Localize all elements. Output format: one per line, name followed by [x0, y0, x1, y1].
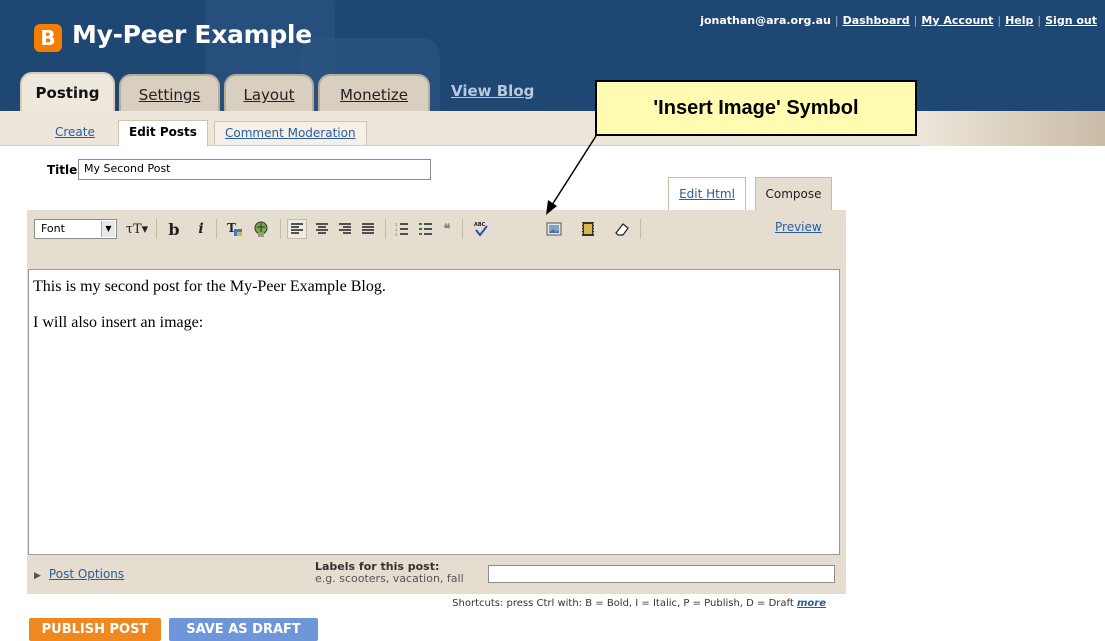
post-options-toggle[interactable]: ▶ Post Options: [34, 567, 124, 581]
insert-image-icon[interactable]: [544, 219, 564, 239]
chevron-down-icon: ▼: [101, 221, 115, 237]
save-as-draft-button[interactable]: SAVE AS DRAFT: [169, 618, 318, 641]
sign-out-link[interactable]: Sign out: [1045, 14, 1097, 27]
font-size-icon[interactable]: τT▾: [123, 219, 151, 239]
tab-label: Settings: [138, 86, 201, 104]
align-right-icon[interactable]: [335, 219, 355, 239]
post-body-line: I will also insert an image:: [33, 314, 204, 331]
toolbar-divider: [216, 219, 217, 239]
align-center-icon[interactable]: [312, 219, 332, 239]
toolbar-divider: [462, 219, 463, 239]
tab-posting[interactable]: Posting: [20, 72, 115, 114]
subtab-comment-moderation[interactable]: Comment Moderation: [214, 121, 367, 145]
align-left-icon[interactable]: [287, 219, 307, 239]
tab-layout[interactable]: Layout: [224, 74, 314, 112]
font-select-value: Font: [41, 222, 65, 235]
help-link[interactable]: Help: [1005, 14, 1033, 27]
font-select[interactable]: Font ▼: [34, 219, 117, 239]
post-title-input[interactable]: My Second Post: [78, 159, 431, 180]
preview-link[interactable]: Preview: [775, 220, 822, 234]
text-color-icon[interactable]: T: [224, 219, 246, 239]
title-label: Title:: [47, 163, 83, 177]
toolbar-divider: [640, 219, 641, 239]
labels-hint: Labels for this post: e.g. scooters, vac…: [315, 561, 464, 585]
toolbar-divider: [385, 219, 386, 239]
triangle-right-icon: ▶: [34, 571, 41, 581]
numbered-list-icon[interactable]: 123: [392, 219, 412, 239]
dashboard-link[interactable]: Dashboard: [843, 14, 910, 27]
subtab-edit-posts[interactable]: Edit Posts: [118, 120, 208, 146]
toolbar-divider: [156, 219, 157, 239]
align-justify-icon[interactable]: [358, 219, 378, 239]
subtab-label: Create: [55, 125, 95, 139]
edit-html-label: Edit Html: [679, 187, 735, 201]
insert-image-callout: 'Insert Image' Symbol: [595, 80, 917, 136]
tab-label: Layout: [243, 86, 295, 104]
shortcuts-text: Shortcuts: press Ctrl with: B = Bold, I …: [452, 598, 794, 609]
subtab-label: Edit Posts: [129, 125, 197, 139]
post-options-label: Post Options: [48, 567, 125, 581]
blockquote-icon[interactable]: ❝: [438, 219, 456, 239]
italic-icon[interactable]: i: [194, 219, 208, 239]
tab-edit-html[interactable]: Edit Html: [668, 177, 746, 211]
publish-post-button[interactable]: PUBLISH POST: [29, 618, 161, 641]
tab-label: Monetize: [339, 86, 408, 104]
logo-letter: B: [40, 26, 56, 50]
tab-settings[interactable]: Settings: [119, 74, 220, 112]
post-body-editor[interactable]: This is my second post for the My-Peer E…: [28, 269, 840, 555]
link-icon[interactable]: [250, 219, 272, 239]
blogger-logo-icon[interactable]: B: [34, 24, 62, 52]
svg-text:3: 3: [395, 232, 398, 236]
subtab-label: Comment Moderation: [225, 126, 356, 140]
bullet-list-icon[interactable]: [416, 219, 436, 239]
toolbar-divider: [280, 219, 281, 239]
shortcuts-more-link[interactable]: more: [797, 598, 826, 609]
insert-video-icon[interactable]: [578, 219, 598, 239]
view-blog-link[interactable]: View Blog: [451, 82, 534, 100]
subnav-gradient: [920, 111, 1105, 146]
my-account-link[interactable]: My Account: [921, 14, 993, 27]
labels-example: e.g. scooters, vacation, fall: [315, 572, 464, 585]
labels-input[interactable]: [488, 565, 835, 583]
tab-monetize[interactable]: Monetize: [318, 74, 430, 112]
keyboard-shortcuts-hint: Shortcuts: press Ctrl with: B = Bold, I …: [452, 598, 826, 609]
user-email: jonathan@ara.org.au: [700, 14, 831, 27]
blog-title: My-Peer Example: [72, 20, 312, 49]
tab-label: Posting: [35, 84, 100, 102]
post-body-line: This is my second post for the My-Peer E…: [33, 278, 386, 295]
subtab-create[interactable]: Create: [45, 121, 105, 145]
bold-icon[interactable]: b: [165, 219, 183, 239]
remove-formatting-icon[interactable]: [612, 219, 632, 239]
svg-text:ABC: ABC: [474, 222, 486, 228]
tab-compose[interactable]: Compose: [755, 177, 832, 211]
spellcheck-icon[interactable]: ABC: [470, 219, 492, 239]
account-links: jonathan@ara.org.au | Dashboard | My Account…: [700, 14, 1097, 27]
